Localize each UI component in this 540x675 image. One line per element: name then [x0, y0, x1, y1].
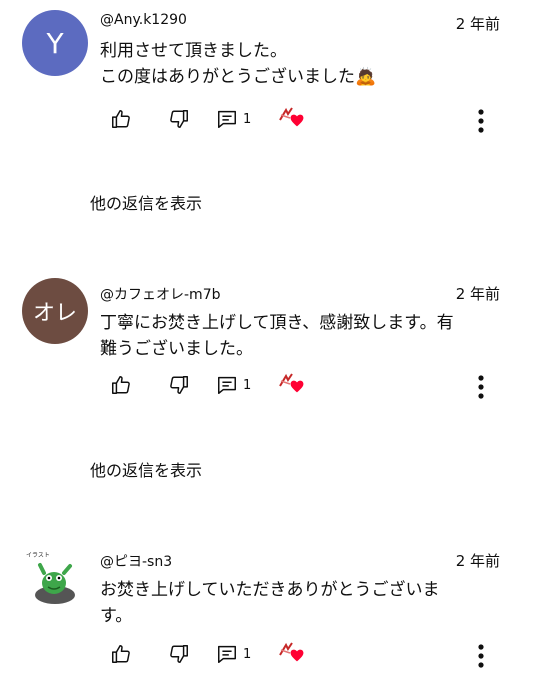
show-replies-link[interactable]: 他の返信を表示: [90, 190, 202, 214]
svg-text:イラスト: イラスト: [26, 552, 50, 559]
comment-time: 2 年前: [455, 285, 500, 303]
creator-heart[interactable]: [278, 641, 304, 663]
comment-author[interactable]: @カフェオレ-m7b: [100, 284, 220, 304]
heart-icon: [290, 114, 304, 127]
avatar[interactable]: Y: [22, 10, 88, 76]
reply-button[interactable]: 1: [216, 374, 251, 396]
avatar[interactable]: イラスト: [22, 545, 88, 611]
like-button[interactable]: [110, 374, 132, 396]
dislike-button[interactable]: [168, 643, 190, 665]
comment-author[interactable]: @Any.k1290: [100, 12, 187, 28]
comment-actions: 1: [110, 641, 530, 673]
heart-icon: [290, 380, 304, 393]
reply-icon: [218, 110, 236, 128]
more-options-button[interactable]: [477, 108, 485, 138]
comment-text: お焚き上げしていただきありがとうございま す。: [100, 580, 440, 626]
creator-heart-badge: [278, 372, 304, 394]
heart-icon: [290, 649, 304, 662]
like-icon: [112, 376, 130, 394]
creator-heart[interactable]: [278, 372, 304, 394]
reply-count: 1: [243, 646, 252, 662]
comment-time: 2 年前: [455, 15, 500, 33]
creator-heart[interactable]: [278, 106, 304, 128]
dislike-button[interactable]: [168, 108, 190, 130]
reply-count: 1: [243, 111, 252, 127]
reply-count: 1: [243, 377, 252, 393]
comment-actions: 1: [110, 106, 530, 138]
dislike-icon: [170, 376, 188, 394]
more-options-button[interactable]: [477, 374, 485, 404]
avatar-letter: オレ: [32, 301, 77, 326]
frog-illustration-avatar-icon: イラスト: [26, 552, 75, 604]
creator-heart-badge: [278, 641, 304, 663]
comment-time: 2 年前: [455, 552, 500, 570]
like-button[interactable]: [110, 108, 132, 130]
more-vert-icon: [478, 375, 484, 399]
dislike-icon: [170, 645, 188, 663]
dislike-icon: [170, 110, 188, 128]
like-icon: [112, 645, 130, 663]
show-replies-link[interactable]: 他の返信を表示: [90, 457, 202, 481]
reply-button[interactable]: 1: [216, 643, 251, 665]
creator-heart-badge: [278, 106, 304, 128]
avatar-letter: Y: [46, 26, 64, 60]
reply-icon: [218, 376, 236, 394]
comment-text: 丁寧にお焚き上げして頂き、感謝致します。有 難うございました。: [100, 313, 454, 359]
reply-icon: [218, 645, 236, 663]
more-vert-icon: [478, 644, 484, 668]
more-options-button[interactable]: [477, 643, 485, 673]
reply-button[interactable]: 1: [216, 108, 251, 130]
avatar[interactable]: オレ: [22, 278, 88, 344]
like-icon: [112, 110, 130, 128]
comment-text: 利用させて頂きました。 この度はありがとうございました🙇: [100, 41, 377, 87]
comment-author[interactable]: @ピヨ-sn3: [100, 551, 172, 571]
like-button[interactable]: [110, 643, 132, 665]
more-vert-icon: [478, 109, 484, 133]
comment-actions: 1: [110, 372, 530, 404]
dislike-button[interactable]: [168, 374, 190, 396]
